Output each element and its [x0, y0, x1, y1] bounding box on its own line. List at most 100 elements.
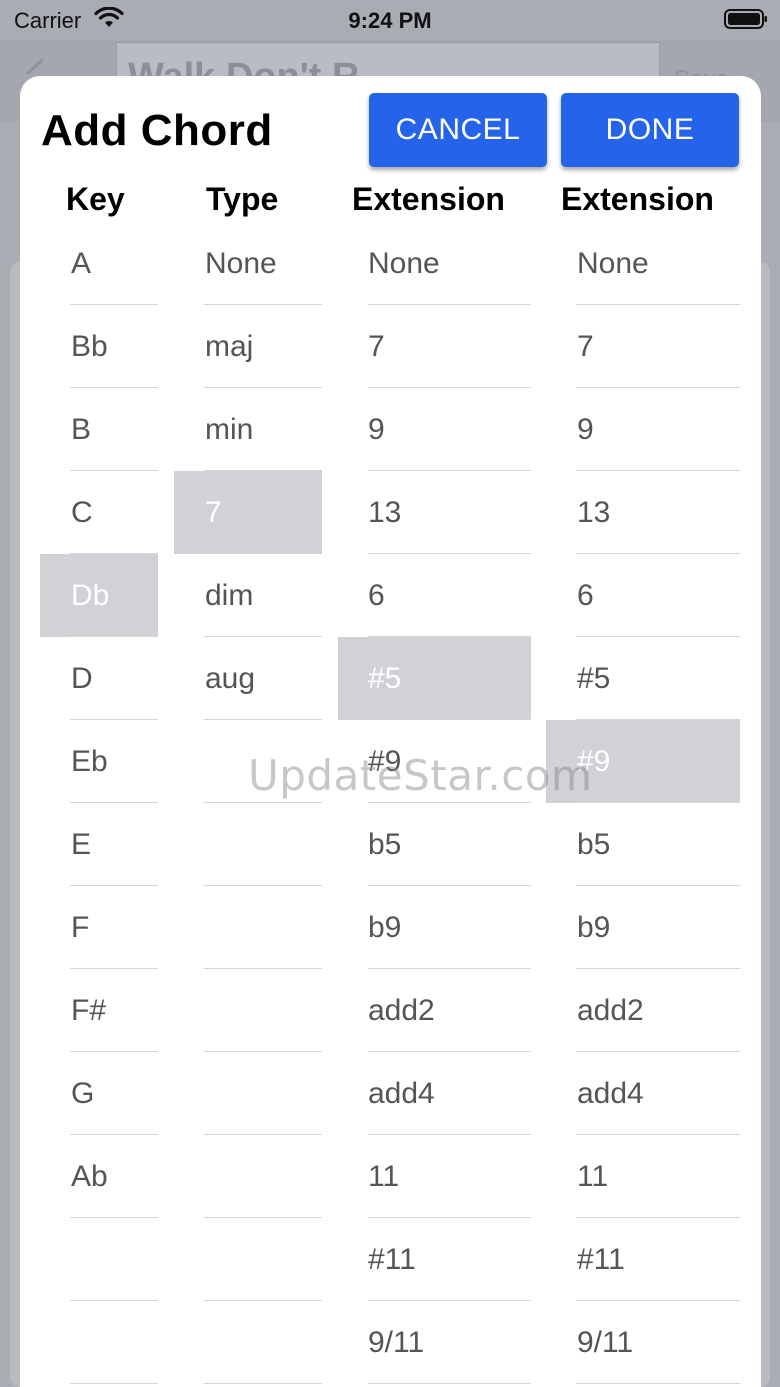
extension1-option[interactable]: 9: [338, 388, 531, 471]
key-picker[interactable]: A Bb B C Db D Eb E F F# G Ab: [40, 222, 158, 1384]
extension2-option-label: add4: [577, 1077, 644, 1110]
type-option-label: 7: [205, 496, 222, 529]
type-option[interactable]: maj: [174, 305, 322, 388]
extension1-option-label: 13: [368, 496, 402, 529]
extension2-option[interactable]: #9: [546, 720, 740, 803]
extension2-option[interactable]: add2: [546, 969, 740, 1052]
key-option-label: Db: [71, 579, 110, 612]
extension2-option[interactable]: None: [546, 222, 740, 305]
extension2-option-label: 11: [577, 1160, 609, 1193]
type-option: [174, 1052, 322, 1135]
key-option-label: F: [71, 911, 90, 944]
key-option[interactable]: Eb: [40, 720, 158, 803]
extension1-option-label: 9: [368, 413, 385, 446]
type-option: [174, 803, 322, 886]
extension2-option[interactable]: 13: [546, 471, 740, 554]
status-bar: Carrier 9:24 PM: [0, 0, 780, 40]
done-button[interactable]: DONE: [561, 93, 739, 167]
extension2-option[interactable]: 9/11: [546, 1301, 740, 1384]
key-option[interactable]: F: [40, 886, 158, 969]
extension2-option[interactable]: add4: [546, 1052, 740, 1135]
key-column-header: Key: [66, 181, 125, 217]
extension2-option-label: b5: [577, 828, 611, 861]
extension2-option-label: 9/11: [577, 1326, 634, 1359]
add-chord-modal: Add Chord CANCEL DONE Key Type Extension…: [20, 76, 761, 1387]
key-option[interactable]: Bb: [40, 305, 158, 388]
battery-icon: [724, 9, 767, 29]
extension1-option[interactable]: b5: [338, 803, 531, 886]
extension1-option[interactable]: 9/11: [338, 1301, 531, 1384]
extension1-option[interactable]: 7: [338, 305, 531, 388]
type-option: [174, 1218, 322, 1301]
extension2-option[interactable]: b9: [546, 886, 740, 969]
extension1-option-label: #11: [368, 1243, 416, 1276]
key-option[interactable]: A: [40, 222, 158, 305]
extension1-option-label: b5: [368, 828, 402, 861]
extension2-option[interactable]: 7: [546, 305, 740, 388]
type-option[interactable]: min: [174, 388, 322, 471]
key-option[interactable]: Ab: [40, 1135, 158, 1218]
extension2-option[interactable]: b5: [546, 803, 740, 886]
extension2-option-label: 7: [577, 330, 594, 363]
type-column-header: Type: [206, 181, 279, 217]
type-option[interactable]: aug: [174, 637, 322, 720]
extension1-option[interactable]: 6: [338, 554, 531, 637]
extension1-option-label: None: [368, 247, 440, 280]
key-option-label: G: [71, 1077, 95, 1110]
type-option[interactable]: None: [174, 222, 322, 305]
extension2-option-label: 13: [577, 496, 611, 529]
status-time: 9:24 PM: [348, 8, 432, 33]
extension1-option[interactable]: #5: [338, 637, 531, 720]
key-option[interactable]: E: [40, 803, 158, 886]
extension1-option-label: b9: [368, 911, 402, 944]
key-option: [40, 1218, 158, 1301]
type-picker[interactable]: None maj min 7 dim aug: [174, 222, 322, 1384]
key-option[interactable]: B: [40, 388, 158, 471]
key-option-label: Ab: [71, 1160, 108, 1193]
cancel-button[interactable]: CANCEL: [369, 93, 547, 167]
type-option-label: None: [205, 247, 277, 280]
extension1-option-label: 7: [368, 330, 385, 363]
key-option[interactable]: C: [40, 471, 158, 554]
extension2-option[interactable]: 6: [546, 554, 740, 637]
extension2-option-label: 6: [577, 579, 594, 612]
extension1-option[interactable]: 11: [338, 1135, 531, 1218]
extension2-option-label: add2: [577, 994, 644, 1027]
key-option[interactable]: Db: [40, 554, 158, 637]
extension2-option-label: 9: [577, 413, 594, 446]
key-option-label: E: [71, 828, 92, 861]
type-option[interactable]: dim: [174, 554, 322, 637]
extension1-column-header: Extension: [352, 181, 505, 217]
extension2-option[interactable]: #11: [546, 1218, 740, 1301]
extension1-option[interactable]: b9: [338, 886, 531, 969]
type-option-label: dim: [205, 579, 254, 612]
type-option[interactable]: 7: [174, 471, 322, 554]
key-option[interactable]: D: [40, 637, 158, 720]
extension2-picker[interactable]: None 7 9 13 6 #5 #9 b5 b9 add2 add4 11 #11 9/11: [546, 222, 740, 1384]
extension2-option-label: #11: [577, 1243, 625, 1276]
key-option-label: F#: [71, 994, 107, 1027]
extension1-option-label: 9/11: [368, 1326, 425, 1359]
key-option[interactable]: F#: [40, 969, 158, 1052]
type-option: [174, 1301, 322, 1384]
extension1-picker[interactable]: None 7 9 13 6 #5 #9 b5 b9 add2 add4 11 #11 9/11: [338, 222, 531, 1384]
extension1-option[interactable]: add4: [338, 1052, 531, 1135]
extension1-option[interactable]: None: [338, 222, 531, 305]
type-option-label: min: [205, 413, 254, 446]
extension1-option[interactable]: add2: [338, 969, 531, 1052]
key-option-label: Eb: [71, 745, 108, 778]
extension2-option[interactable]: 11: [546, 1135, 740, 1218]
extension2-option[interactable]: 9: [546, 388, 740, 471]
extension1-option-label: #5: [368, 662, 402, 695]
key-option-label: C: [71, 496, 93, 529]
extension1-option[interactable]: 13: [338, 471, 531, 554]
extension2-option[interactable]: #5: [546, 637, 740, 720]
modal-title: Add Chord: [41, 106, 273, 155]
extension2-option-label: None: [577, 247, 649, 280]
key-option[interactable]: G: [40, 1052, 158, 1135]
key-option-label: A: [71, 247, 92, 280]
extension2-option-label: #9: [577, 745, 611, 778]
extension1-option[interactable]: #11: [338, 1218, 531, 1301]
extension1-option[interactable]: #9: [338, 720, 531, 803]
type-option: [174, 720, 322, 803]
